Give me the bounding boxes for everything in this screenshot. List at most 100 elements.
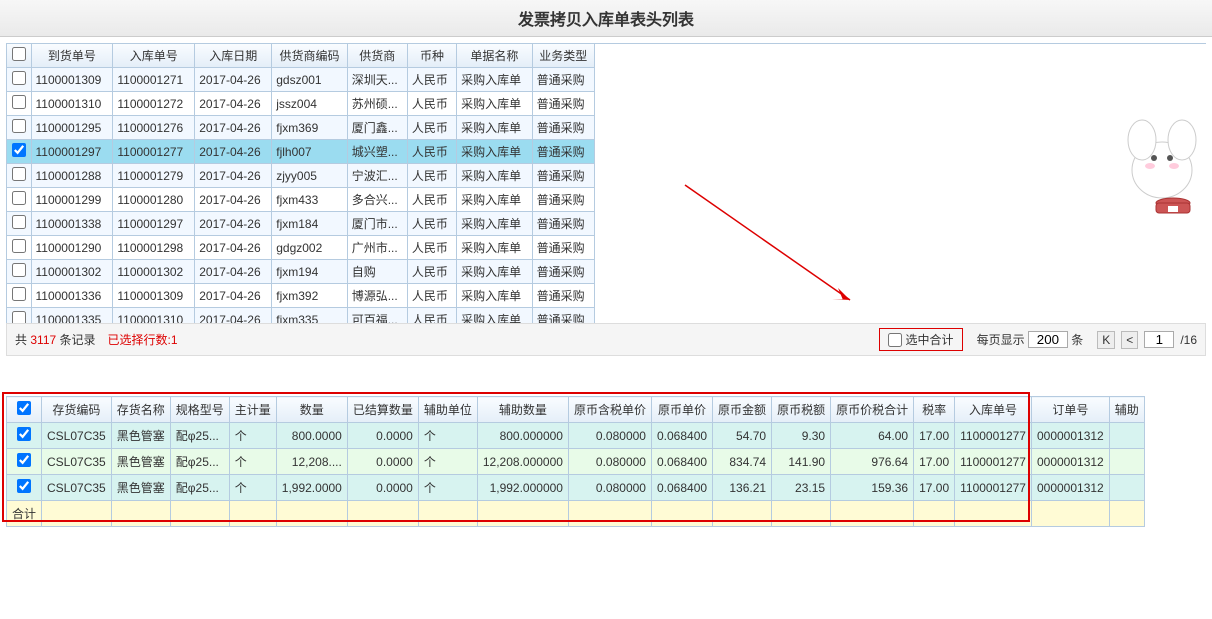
- detail-col-16[interactable]: 辅助: [1109, 397, 1144, 423]
- table-row[interactable]: 110000128811000012792017-04-26zjyy005宁波汇…: [7, 164, 595, 188]
- row-checkbox[interactable]: [12, 191, 26, 205]
- cell: 普通采购: [532, 116, 594, 140]
- table-row[interactable]: 110000129711000012772017-04-26fjlh007城兴塑…: [7, 140, 595, 164]
- row-checkbox[interactable]: [12, 119, 26, 133]
- main-col-7[interactable]: 业务类型: [532, 44, 594, 68]
- cell: 1100001338: [31, 212, 113, 236]
- detail-cell: 个: [229, 423, 276, 449]
- page-title: 发票拷贝入库单表头列表: [0, 0, 1212, 37]
- cell: fjxm184: [272, 212, 347, 236]
- detail-col-12[interactable]: 原币价税合计: [831, 397, 914, 423]
- row-checkbox[interactable]: [12, 95, 26, 109]
- row-checkbox[interactable]: [12, 215, 26, 229]
- cell: 1100001271: [113, 68, 195, 92]
- main-table-header-row: 到货单号入库单号入库日期供货商编码供货商币种单据名称业务类型: [7, 44, 595, 68]
- main-col-6[interactable]: 单据名称: [457, 44, 532, 68]
- detail-cell: 1100001277: [955, 449, 1032, 475]
- cell: 普通采购: [532, 284, 594, 308]
- detail-col-0[interactable]: 存货编码: [42, 397, 112, 423]
- prev-page-button[interactable]: <: [1121, 331, 1138, 349]
- cell: 普通采购: [532, 308, 594, 324]
- cell: 宁波汇...: [347, 164, 407, 188]
- page-size-input[interactable]: [1028, 331, 1068, 348]
- row-checkbox[interactable]: [12, 287, 26, 301]
- row-checkbox[interactable]: [12, 167, 26, 181]
- page-number-input[interactable]: [1144, 331, 1174, 348]
- detail-col-15[interactable]: 订单号: [1031, 397, 1109, 423]
- row-checkbox[interactable]: [12, 239, 26, 253]
- detail-cell: CSL07C35: [42, 423, 112, 449]
- cell: 人民币: [407, 236, 456, 260]
- select-sum-label: 选中合计: [906, 331, 954, 348]
- sum-cell: [568, 501, 651, 527]
- row-checkbox[interactable]: [12, 71, 26, 85]
- detail-row-checkbox[interactable]: [17, 427, 31, 441]
- detail-cell: [1109, 475, 1144, 501]
- detail-cell: 800.000000: [477, 423, 568, 449]
- detail-cell: 0.068400: [651, 423, 712, 449]
- detail-row-checkbox[interactable]: [17, 479, 31, 493]
- detail-row[interactable]: CSL07C35黑色管塞配φ25...个800.00000.0000个800.0…: [7, 423, 1145, 449]
- row-checkbox[interactable]: [12, 143, 26, 157]
- cell: 2017-04-26: [195, 140, 272, 164]
- cell: 2017-04-26: [195, 164, 272, 188]
- detail-cell: 0.080000: [568, 449, 651, 475]
- main-col-5[interactable]: 币种: [407, 44, 456, 68]
- table-row[interactable]: 110000129511000012762017-04-26fjxm369厦门鑫…: [7, 116, 595, 140]
- table-row[interactable]: 110000133511000013102017-04-26fjxm335可百福…: [7, 308, 595, 324]
- detail-cell: 个: [418, 423, 477, 449]
- detail-col-7[interactable]: 辅助数量: [477, 397, 568, 423]
- cell: 2017-04-26: [195, 308, 272, 324]
- detail-cell: 9.30: [772, 423, 831, 449]
- select-sum-box[interactable]: 选中合计: [879, 328, 963, 351]
- detail-col-5[interactable]: 已结算数量: [347, 397, 418, 423]
- detail-cell: 黑色管塞: [111, 423, 170, 449]
- table-row[interactable]: 110000130911000012712017-04-26gdsz001深圳天…: [7, 68, 595, 92]
- detail-select-all-checkbox[interactable]: [17, 401, 31, 415]
- cell: 1100001295: [31, 116, 113, 140]
- first-page-button[interactable]: K: [1097, 331, 1115, 349]
- detail-row[interactable]: CSL07C35黑色管塞配φ25...个12,208....0.0000个12,…: [7, 449, 1145, 475]
- cell: 1100001309: [31, 68, 113, 92]
- row-checkbox[interactable]: [12, 263, 26, 277]
- cell: gdsz001: [272, 68, 347, 92]
- cell: 1100001297: [113, 212, 195, 236]
- cell: 普通采购: [532, 164, 594, 188]
- detail-cell: 配φ25...: [170, 475, 229, 501]
- table-row[interactable]: 110000129911000012802017-04-26fjxm433多合兴…: [7, 188, 595, 212]
- sum-cell: [477, 501, 568, 527]
- detail-col-9[interactable]: 原币单价: [651, 397, 712, 423]
- main-col-2[interactable]: 入库日期: [195, 44, 272, 68]
- cell: 采购入库单: [457, 236, 532, 260]
- detail-col-13[interactable]: 税率: [914, 397, 955, 423]
- table-row[interactable]: 110000130211000013022017-04-26fjxm194自购人…: [7, 260, 595, 284]
- detail-col-10[interactable]: 原币金额: [713, 397, 772, 423]
- detail-cell: 0.0000: [347, 449, 418, 475]
- detail-row[interactable]: CSL07C35黑色管塞配φ25...个1,992.00000.0000个1,9…: [7, 475, 1145, 501]
- main-col-0[interactable]: 到货单号: [31, 44, 113, 68]
- detail-col-11[interactable]: 原币税额: [772, 397, 831, 423]
- main-col-4[interactable]: 供货商: [347, 44, 407, 68]
- bowl-icon: [1154, 195, 1192, 217]
- cell: 采购入库单: [457, 164, 532, 188]
- detail-col-1[interactable]: 存货名称: [111, 397, 170, 423]
- detail-row-checkbox[interactable]: [17, 453, 31, 467]
- cell: 采购入库单: [457, 212, 532, 236]
- detail-col-8[interactable]: 原币含税单价: [568, 397, 651, 423]
- detail-col-2[interactable]: 规格型号: [170, 397, 229, 423]
- table-row[interactable]: 110000129011000012982017-04-26gdgz002广州市…: [7, 236, 595, 260]
- table-row[interactable]: 110000133811000012972017-04-26fjxm184厦门市…: [7, 212, 595, 236]
- detail-col-14[interactable]: 入库单号: [955, 397, 1032, 423]
- main-col-1[interactable]: 入库单号: [113, 44, 195, 68]
- detail-col-6[interactable]: 辅助单位: [418, 397, 477, 423]
- select-all-checkbox[interactable]: [12, 47, 26, 61]
- table-row[interactable]: 110000133611000013092017-04-26fjxm392博源弘…: [7, 284, 595, 308]
- cell: 人民币: [407, 140, 456, 164]
- row-checkbox[interactable]: [12, 311, 26, 323]
- detail-col-4[interactable]: 数量: [276, 397, 347, 423]
- select-sum-checkbox[interactable]: [888, 333, 902, 347]
- main-col-3[interactable]: 供货商编码: [272, 44, 347, 68]
- detail-cell: 17.00: [914, 423, 955, 449]
- table-row[interactable]: 110000131011000012722017-04-26jssz004苏州硕…: [7, 92, 595, 116]
- detail-col-3[interactable]: 主计量: [229, 397, 276, 423]
